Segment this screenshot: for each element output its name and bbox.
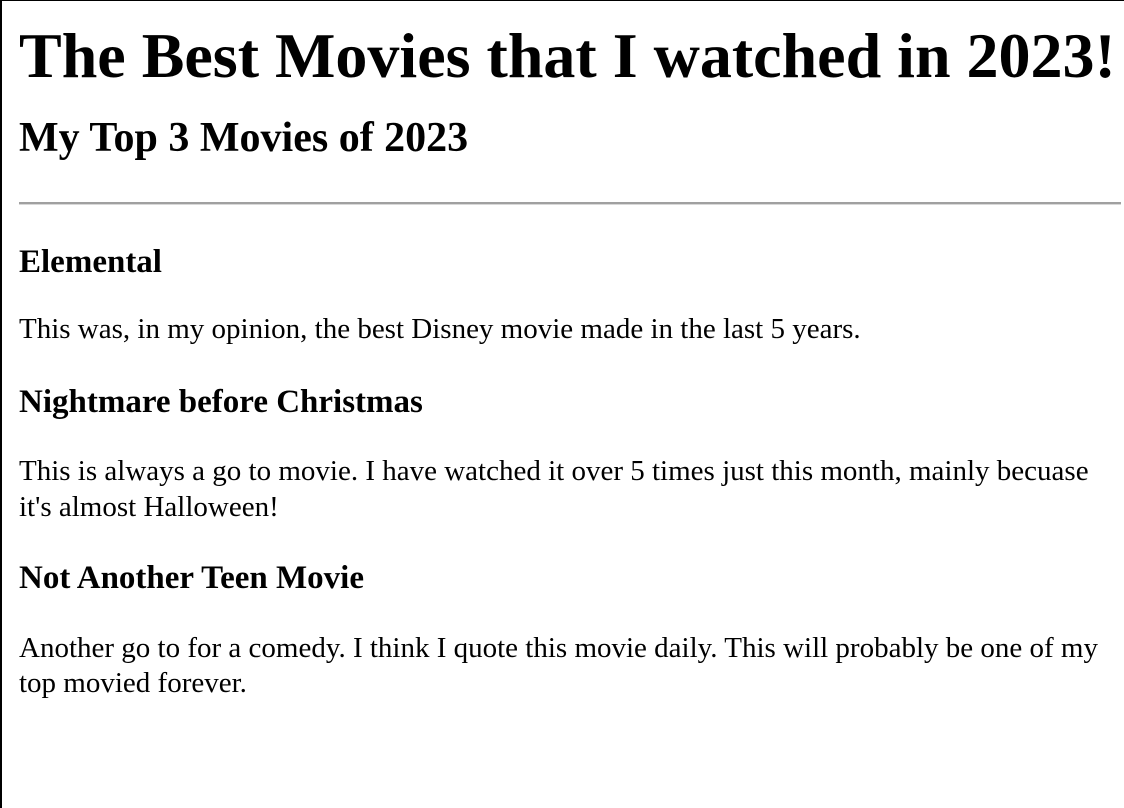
movie-title: Elemental [19,243,162,280]
page-title: The Best Movies that I watched in 2023! [19,20,1116,91]
movie-description: This is always a go to movie. I have wat… [19,455,1089,523]
page-subtitle: My Top 3 Movies of 2023 [19,115,469,162]
movie-description: Another go to for a comedy. I think I qu… [19,631,1098,700]
movie-entry: Elemental This was, in my opinion, the b… [19,205,1121,348]
movie-description: This was, in my opinion, the best Disney… [19,313,861,346]
movie-entry: Nightmare before Christmas This is alway… [19,348,1121,525]
page-content: The Best Movies that I watched in 2023! … [2,1,1124,701]
movie-entry: Not Another Teen Movie Another go to for… [19,525,1121,701]
movie-title: Nightmare before Christmas [19,383,423,420]
movie-title: Not Another Teen Movie [19,560,364,597]
